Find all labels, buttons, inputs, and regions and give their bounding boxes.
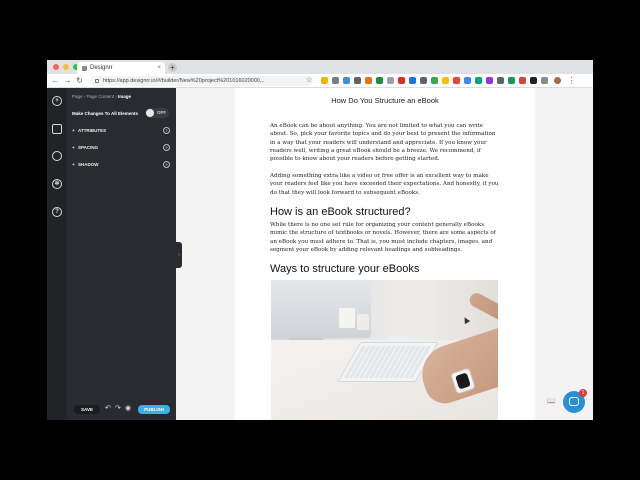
extension-icon[interactable]: [343, 77, 350, 84]
tool-rail: + ✲ ?: [47, 88, 67, 420]
breadcrumb-image: Image: [118, 94, 132, 99]
photo-monitor: [271, 280, 371, 338]
extension-icon[interactable]: [442, 77, 449, 84]
extension-icon[interactable]: [486, 77, 493, 84]
chat-badge: 1: [579, 389, 587, 397]
extension-icon[interactable]: [387, 77, 394, 84]
menu-dots-icon[interactable]: ⋮: [567, 76, 576, 85]
window-controls: [53, 64, 79, 70]
help-icon[interactable]: ?: [163, 127, 170, 134]
new-tab-button[interactable]: +: [168, 63, 177, 72]
save-button[interactable]: SAVE: [74, 405, 100, 414]
section-label: SHADOW: [78, 162, 99, 167]
breadcrumb: Page › Page Content › Image: [72, 94, 131, 99]
desk-photo[interactable]: [271, 280, 498, 420]
extension-icon[interactable]: [365, 77, 372, 84]
browser-toolbar: ← → ↻ https://app.designrr.io/#/builder/…: [47, 74, 593, 88]
undo-icon[interactable]: ↶: [105, 404, 111, 412]
url-text: https://app.designrr.io/#/builder/New%20…: [103, 78, 265, 84]
redo-icon[interactable]: ↷: [115, 404, 121, 412]
profile-avatar[interactable]: [554, 77, 561, 84]
browser-window: Designrr × + ← → ↻ https://app.designrr.…: [47, 60, 593, 420]
address-bar[interactable]: https://app.designrr.io/#/builder/New%20…: [91, 76, 313, 86]
settings-panel: Page › Page Content › Image Make Changes…: [67, 88, 176, 420]
back-icon[interactable]: ←: [51, 76, 60, 85]
panel-footer: SAVE ↶ ↷ ◉ PUBLISH: [72, 404, 172, 416]
paragraph-2[interactable]: Adding something extra like a video or f…: [270, 172, 500, 197]
extension-icon[interactable]: [475, 77, 482, 84]
heading-ways[interactable]: Ways to structure your eBooks: [270, 263, 419, 275]
ebook-page[interactable]: How Do You Structure an eBook An eBook c…: [235, 88, 535, 420]
photo-cup: [339, 308, 355, 328]
puzzle-icon[interactable]: [541, 77, 548, 84]
bookmark-star-icon[interactable]: ☆: [306, 76, 312, 84]
extension-icon[interactable]: [464, 77, 471, 84]
extension-icon[interactable]: [354, 77, 361, 84]
toggle-knob: [146, 109, 154, 117]
close-window-button[interactable]: [53, 64, 59, 70]
extension-icon[interactable]: [420, 77, 427, 84]
extension-icon[interactable]: [508, 77, 515, 84]
tab-title: Designrr: [90, 65, 113, 71]
book-icon[interactable]: 📖: [547, 397, 556, 405]
editor-canvas: ‹ How Do You Structure an eBook An eBook…: [176, 88, 593, 420]
close-tab-icon[interactable]: ×: [157, 65, 161, 71]
photo-cup: [357, 314, 369, 330]
page-title[interactable]: How Do You Structure an eBook: [235, 96, 535, 105]
help-icon[interactable]: ?: [163, 144, 170, 151]
collapse-panel-handle[interactable]: ‹: [176, 242, 182, 268]
reload-icon[interactable]: ↻: [75, 76, 84, 85]
minimize-window-button[interactable]: [63, 64, 69, 70]
extension-icon[interactable]: [431, 77, 438, 84]
settings-icon[interactable]: ✲: [52, 179, 62, 189]
paragraph-3[interactable]: While there is no one set rule for organ…: [270, 221, 500, 254]
breadcrumb-page[interactable]: Page: [72, 94, 83, 99]
paragraph-1[interactable]: An eBook can be about anything. You are …: [270, 122, 500, 163]
watch-face: [455, 372, 471, 390]
history-icon[interactable]: [52, 151, 62, 161]
tab-bar: Designrr × +: [47, 60, 593, 74]
preview-icon[interactable]: ◉: [125, 404, 131, 412]
section-spacing[interactable]: + SPACING ?: [72, 144, 171, 155]
chat-widget-button[interactable]: 1: [563, 389, 587, 413]
plus-icon[interactable]: +: [52, 96, 62, 106]
section-label: ATTRIBUTES: [78, 128, 107, 133]
favicon-icon: [82, 65, 87, 71]
toggle-state-label: OFF: [157, 110, 166, 115]
extension-icon[interactable]: [497, 77, 504, 84]
make-changes-toggle[interactable]: OFF: [145, 108, 169, 118]
extension-icon[interactable]: [530, 77, 537, 84]
extension-icon[interactable]: [409, 77, 416, 84]
make-changes-label: Make Changes To All Elements: [72, 111, 139, 116]
layers-icon[interactable]: [52, 124, 62, 134]
help-icon[interactable]: ?: [52, 207, 62, 217]
section-attributes[interactable]: + ATTRIBUTES ?: [72, 127, 171, 138]
section-label: SPACING: [78, 145, 99, 150]
breadcrumb-page-content[interactable]: Page Content: [87, 94, 115, 99]
lock-icon: [95, 79, 99, 83]
extension-icon[interactable]: [332, 77, 339, 84]
extension-icon[interactable]: [519, 77, 526, 84]
photo-mouse: [389, 335, 407, 341]
extension-icon[interactable]: [453, 77, 460, 84]
extension-icon[interactable]: [398, 77, 405, 84]
section-shadow[interactable]: + SHADOW ?: [72, 161, 171, 172]
extension-icon[interactable]: [321, 77, 328, 84]
heading-structured[interactable]: How is an eBook structured?: [270, 206, 411, 218]
forward-icon[interactable]: →: [63, 76, 72, 85]
help-icon[interactable]: ?: [163, 161, 170, 168]
extension-icon[interactable]: [376, 77, 383, 84]
tab-designrr[interactable]: Designrr ×: [77, 62, 165, 74]
chat-icon: [569, 397, 579, 406]
publish-button[interactable]: PUBLISH: [138, 405, 170, 414]
